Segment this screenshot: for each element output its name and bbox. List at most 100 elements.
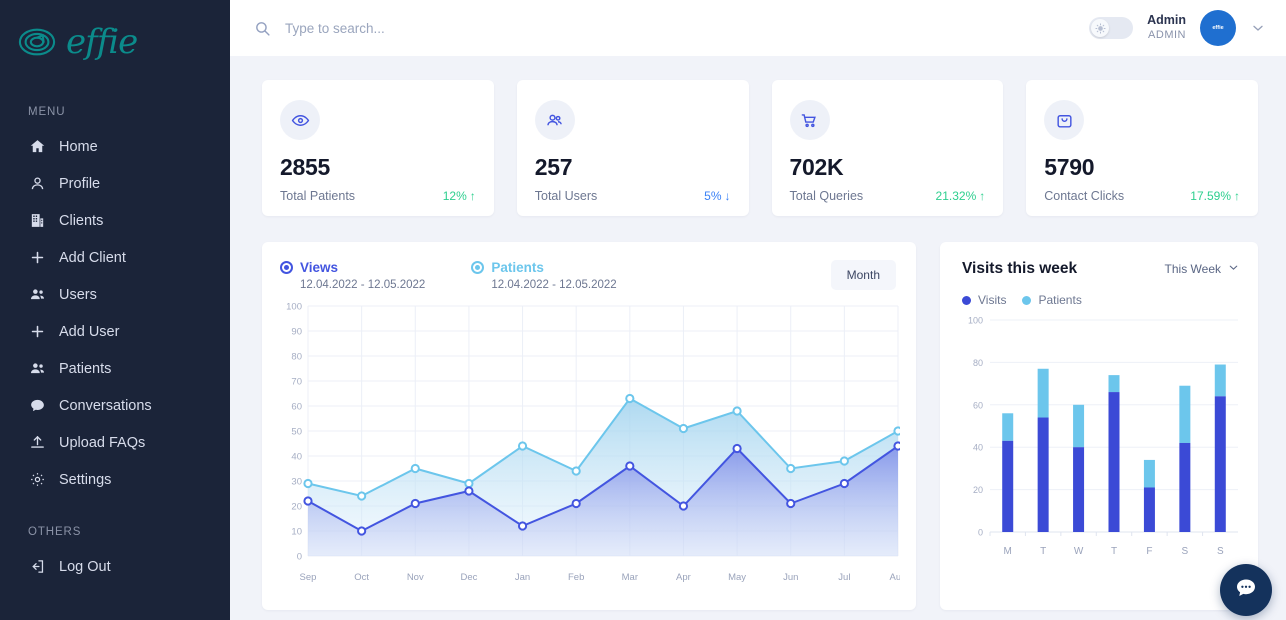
chat-fab-button[interactable] <box>1220 564 1272 616</box>
sidebar-item-profile[interactable]: Profile <box>0 165 230 202</box>
chart-header: Views 12.04.2022 - 12.05.2022 Patients 1… <box>280 260 896 291</box>
arrow-up-icon: ↑ <box>1234 189 1240 203</box>
stat-delta: 21.32% ↑ <box>936 189 986 203</box>
sidebar-item-log-out[interactable]: Log Out <box>0 548 230 585</box>
stat-label: Total Queries <box>789 189 864 203</box>
svg-text:May: May <box>728 572 746 583</box>
arrow-down-icon: ↓ <box>724 189 731 203</box>
search-area <box>254 20 1089 37</box>
main-region: Admin ADMIN effie 2855 <box>230 0 1286 620</box>
svg-text:Feb: Feb <box>568 572 584 583</box>
radio-views-icon[interactable] <box>280 261 293 274</box>
series-name: Patients <box>491 260 544 275</box>
sidebar-item-users[interactable]: Users <box>0 276 230 313</box>
arrow-up-icon: ↑ <box>469 189 476 203</box>
sidebar-item-clients[interactable]: Clients <box>0 202 230 239</box>
stat-delta-value: 5% <box>704 189 722 203</box>
week-period-select[interactable]: This Week <box>1165 261 1240 277</box>
visits-header: Visits this week This Week <box>962 260 1240 278</box>
chevron-down-icon <box>1227 261 1240 277</box>
svg-text:Dec: Dec <box>460 572 477 583</box>
period-month-button[interactable]: Month <box>830 260 896 290</box>
svg-text:F: F <box>1146 546 1152 557</box>
stat-value: 702K <box>789 154 844 180</box>
visits-this-week-panel: Visits this week This Week Visits Patien… <box>940 242 1258 610</box>
chevron-down-icon[interactable] <box>1250 20 1266 36</box>
panel-title: Visits this week <box>962 260 1078 277</box>
radio-patients-icon[interactable] <box>471 261 485 274</box>
sidebar-item-label: Log Out <box>59 558 111 575</box>
home-icon <box>28 138 46 156</box>
svg-text:50: 50 <box>291 427 302 438</box>
cart-icon <box>789 100 830 140</box>
stat-delta-value: 17.59% <box>1190 189 1231 203</box>
series-toggle-patients[interactable]: Patients 12.04.2022 - 12.05.2022 <box>471 260 617 291</box>
svg-text:T: T <box>1040 546 1046 557</box>
content-area: 2855 Total Patients 12% ↑ 257 Total User… <box>230 56 1286 620</box>
sidebar-item-upload-faqs[interactable]: Upload FAQs <box>0 424 230 461</box>
sidebar-item-label: Add User <box>59 323 120 340</box>
user-info: Admin ADMIN <box>1147 13 1186 42</box>
theme-toggle[interactable] <box>1089 17 1134 39</box>
stat-delta-value: 21.32% <box>935 189 977 203</box>
week-period-label: This Week <box>1164 262 1221 276</box>
svg-text:10: 10 <box>291 527 302 538</box>
legend-label: Patients <box>1038 293 1082 307</box>
user-role: ADMIN <box>1148 28 1186 41</box>
sidebar: effie MENU Home Profile Clients Add Clie… <box>0 0 230 620</box>
sidebar-item-settings[interactable]: Settings <box>0 461 230 498</box>
legend-item-visits: Visits <box>962 293 1006 307</box>
top-bar: Admin ADMIN effie <box>230 0 1286 56</box>
avatar-label: effie <box>1212 25 1224 31</box>
svg-text:90: 90 <box>291 327 302 338</box>
svg-text:S: S <box>1217 546 1224 557</box>
sidebar-item-label: Home <box>59 138 98 155</box>
sidebar-item-conversations[interactable]: Conversations <box>0 387 230 424</box>
top-bar-right: Admin ADMIN effie <box>1089 10 1266 46</box>
sun-icon <box>1091 19 1110 37</box>
users-icon <box>28 286 46 304</box>
svg-text:S: S <box>1182 546 1189 557</box>
avatar[interactable]: effie <box>1200 10 1236 46</box>
svg-text:Apr: Apr <box>676 572 691 583</box>
plus-icon <box>28 323 46 341</box>
series-toggle-views[interactable]: Views 12.04.2022 - 12.05.2022 <box>280 260 425 291</box>
stat-value: 5790 <box>1044 154 1095 180</box>
svg-text:100: 100 <box>968 316 983 326</box>
series-date-range: 12.04.2022 - 12.05.2022 <box>491 279 617 291</box>
brand-logo[interactable]: effie <box>0 0 230 68</box>
user-name: Admin <box>1147 13 1186 28</box>
stat-card-total-users: 257 Total Users 5% ↓ <box>516 80 749 216</box>
sidebar-item-label: Settings <box>59 471 112 488</box>
stat-delta: 12% ↑ <box>443 189 476 203</box>
svg-text:M: M <box>1004 546 1012 557</box>
stat-card-total-patients: 2855 Total Patients 12% ↑ <box>262 80 494 216</box>
sidebar-item-add-user[interactable]: Add User <box>0 313 230 350</box>
svg-text:Sep: Sep <box>300 572 317 583</box>
user-icon <box>28 175 46 193</box>
stat-value: 2855 <box>280 154 330 180</box>
svg-text:40: 40 <box>291 452 302 463</box>
legend-label: Visits <box>978 293 1007 307</box>
area-chart: 0 10 20 30 40 50 60 70 80 90 100 Sep Oct Nov Dec Jan Feb… <box>286 302 900 583</box>
gear-icon <box>28 471 46 489</box>
stat-label: Total Patients <box>280 189 356 203</box>
search-input[interactable] <box>285 20 605 36</box>
upload-icon <box>28 434 46 452</box>
svg-text:60: 60 <box>291 402 302 413</box>
svg-text:70: 70 <box>291 377 302 388</box>
sidebar-item-label: Patients <box>59 360 112 377</box>
chat-bubble-icon <box>28 397 46 415</box>
sidebar-item-patients[interactable]: Patients <box>0 350 230 387</box>
building-icon <box>28 212 46 230</box>
sidebar-item-add-client[interactable]: Add Client <box>0 239 230 276</box>
svg-text:Aug: Aug <box>890 572 900 583</box>
eye-icon <box>280 100 320 140</box>
plus-icon <box>28 249 46 267</box>
chat-bubble-icon <box>1234 576 1258 605</box>
panels-row: Views 12.04.2022 - 12.05.2022 Patients 1… <box>262 242 1258 610</box>
sidebar-item-home[interactable]: Home <box>0 128 230 165</box>
stat-delta: 17.59% ↑ <box>1190 189 1240 203</box>
svg-text:0: 0 <box>297 552 302 563</box>
search-icon <box>254 20 271 37</box>
